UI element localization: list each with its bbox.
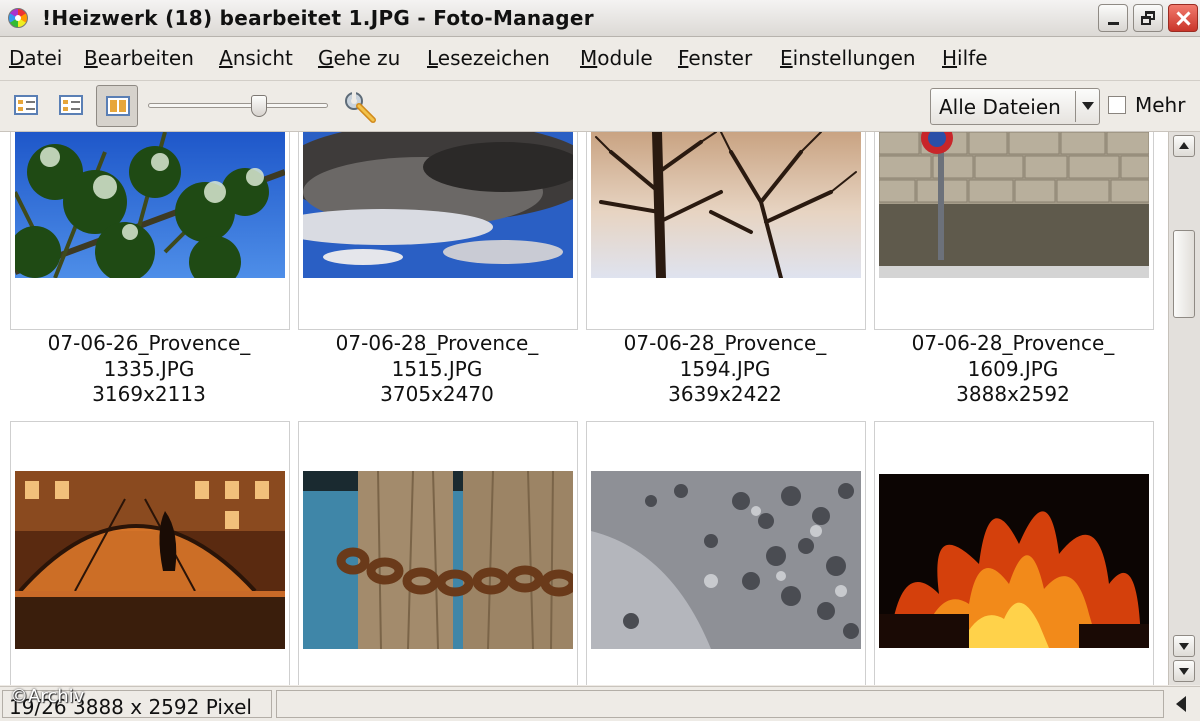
thumbnail-card[interactable] bbox=[874, 421, 1154, 685]
thumbnail-caption: 07-06-28_Provence_ 1515.JPG 3705x2470 bbox=[293, 331, 581, 408]
image-dimensions: 3639x2422 bbox=[668, 382, 782, 406]
title-bar: !Heizwerk (18) bearbeitet 1.JPG - Foto-M… bbox=[0, 0, 1200, 37]
menu-ansicht[interactable]: Ansicht bbox=[219, 46, 293, 70]
thumbnail-view-icon[interactable] bbox=[96, 85, 138, 127]
menu-einstellungen[interactable]: Einstellungen bbox=[780, 46, 916, 70]
file-name-line1: 07-06-26_Provence_ bbox=[47, 331, 251, 355]
file-name-line2: 1335.JPG bbox=[103, 356, 195, 381]
thumbnail-image[interactable] bbox=[591, 471, 861, 649]
status-bar: 19/26 3888 x 2592 Pixel bbox=[0, 686, 1200, 721]
thumbnail-image[interactable] bbox=[879, 132, 1149, 278]
status-message-cell bbox=[276, 690, 1164, 718]
file-name-line1: 07-06-28_Provence_ bbox=[335, 331, 539, 355]
thumbnail-card[interactable] bbox=[10, 132, 290, 330]
file-name-line2: 1594.JPG bbox=[679, 356, 771, 381]
menu-module[interactable]: Module bbox=[580, 46, 653, 70]
copyright-watermark: ©Archiv bbox=[10, 686, 85, 707]
thumbnail-image[interactable] bbox=[879, 474, 1149, 648]
window-title: !Heizwerk (18) bearbeitet 1.JPG - Foto-M… bbox=[42, 6, 594, 30]
thumbnail-card[interactable] bbox=[874, 132, 1154, 330]
file-filter-value: Alle Dateien bbox=[939, 95, 1061, 119]
thumbnail-image[interactable] bbox=[15, 132, 285, 278]
zoom-slider-handle[interactable] bbox=[251, 95, 267, 117]
scrollbar-thumb[interactable] bbox=[1173, 230, 1195, 318]
menu-lesezeichen[interactable]: Lesezeichen bbox=[427, 46, 550, 70]
scroll-down-icon[interactable] bbox=[1173, 635, 1195, 657]
image-dimensions: 3169x2113 bbox=[92, 382, 206, 406]
scroll-down-icon[interactable] bbox=[1173, 660, 1195, 682]
menu-gehe-zu[interactable]: Gehe zu bbox=[318, 46, 400, 70]
thumbnail-image[interactable] bbox=[303, 471, 573, 649]
thumbnail-image[interactable] bbox=[591, 132, 861, 278]
thumbnail-caption: 07-06-26_Provence_ 1335.JPG 3169x2113 bbox=[5, 331, 293, 408]
menu-bearbeiten[interactable]: Bearbeiten bbox=[84, 46, 194, 70]
thumbnail-image[interactable] bbox=[15, 471, 285, 649]
minimize-icon[interactable] bbox=[1098, 4, 1128, 32]
file-name-line1: 07-06-28_Provence_ bbox=[911, 331, 1115, 355]
more-checkbox-label[interactable]: Mehr bbox=[1135, 93, 1185, 117]
thumbnail-caption: 07-06-28_Provence_ 1609.JPG 3888x2592 bbox=[869, 331, 1157, 408]
thumbnail-caption: 07-06-28_Provence_ 1594.JPG 3639x2422 bbox=[581, 331, 869, 408]
file-filter-select[interactable]: Alle Dateien bbox=[930, 88, 1100, 125]
vertical-scrollbar[interactable] bbox=[1168, 132, 1200, 685]
thumbnail-card[interactable] bbox=[586, 132, 866, 330]
chevron-down-icon[interactable] bbox=[1082, 102, 1094, 110]
scroll-left-icon[interactable] bbox=[1176, 696, 1186, 712]
thumbnail-card[interactable] bbox=[586, 421, 866, 685]
menu-fenster[interactable]: Fenster bbox=[678, 46, 752, 70]
more-checkbox[interactable] bbox=[1108, 96, 1126, 114]
zoom-slider-track[interactable] bbox=[148, 103, 328, 108]
file-name-line2: 1515.JPG bbox=[391, 356, 483, 381]
menu-hilfe[interactable]: Hilfe bbox=[942, 46, 988, 70]
list-view-icon[interactable] bbox=[55, 90, 87, 122]
scroll-up-icon[interactable] bbox=[1173, 135, 1195, 157]
file-name-line2: 1609.JPG bbox=[967, 356, 1059, 381]
color-wheel-icon[interactable] bbox=[8, 8, 28, 28]
maximize-icon[interactable] bbox=[1133, 4, 1163, 32]
thumbnail-card[interactable] bbox=[298, 132, 578, 330]
thumbnail-card[interactable] bbox=[10, 421, 290, 685]
thumbnail-image[interactable] bbox=[303, 132, 573, 278]
file-name-line1: 07-06-28_Provence_ bbox=[623, 331, 827, 355]
wrench-icon[interactable] bbox=[342, 89, 378, 125]
menu-bar: Datei Bearbeiten Ansicht Gehe zu Lesezei… bbox=[0, 37, 1200, 81]
details-view-icon[interactable] bbox=[10, 90, 42, 122]
close-icon[interactable] bbox=[1168, 4, 1198, 32]
menu-datei[interactable]: Datei bbox=[9, 46, 62, 70]
thumbnail-grid[interactable]: 07-06-26_Provence_ 1335.JPG 3169x2113 07… bbox=[0, 132, 1168, 685]
thumbnail-card[interactable] bbox=[298, 421, 578, 685]
image-dimensions: 3888x2592 bbox=[956, 382, 1070, 406]
image-dimensions: 3705x2470 bbox=[380, 382, 494, 406]
